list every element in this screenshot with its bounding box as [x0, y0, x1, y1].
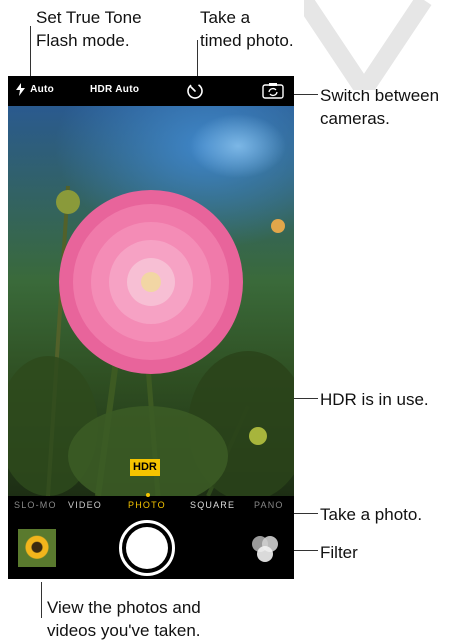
hdr-indicator-badge: HDR	[130, 459, 160, 476]
decorative-chevron	[304, 0, 432, 90]
camera-top-bar: Auto HDR Auto	[8, 76, 294, 106]
mode-video[interactable]: VIDEO	[68, 500, 102, 510]
callout-view-photos: View the photos and videos you've taken.	[47, 598, 201, 640]
callout-timer: Take a timed photo.	[200, 8, 294, 50]
switch-camera-control[interactable]	[262, 82, 284, 102]
camera-screen: Auto HDR Auto HDR SLO-MO VIDEO PHOTO SQU…	[8, 76, 294, 579]
viewfinder[interactable]: HDR	[8, 106, 294, 496]
leader-filter	[292, 550, 318, 551]
hdr-control[interactable]: HDR Auto	[90, 84, 139, 95]
shutter-button[interactable]	[119, 520, 175, 576]
mode-pano[interactable]: PANO	[254, 500, 284, 510]
leader-view	[41, 582, 42, 618]
shutter-inner	[126, 527, 168, 569]
callout-switch-cameras: Switch between cameras.	[320, 86, 440, 128]
mode-photo[interactable]: PHOTO	[128, 500, 166, 510]
filter-button[interactable]	[248, 536, 284, 564]
flash-bolt-icon	[16, 83, 25, 96]
mode-selected-dot	[146, 493, 150, 497]
callout-take-photo: Take a photo.	[320, 505, 423, 524]
timer-icon	[187, 83, 203, 99]
camera-mode-selector: SLO-MO VIDEO PHOTO SQUARE PANO	[8, 493, 294, 516]
leader-timer	[197, 40, 198, 80]
photo-thumbnail-button[interactable]	[18, 529, 56, 567]
camera-switch-icon	[262, 83, 284, 99]
flash-label: Auto	[30, 84, 55, 96]
camera-bottom-bar	[8, 516, 294, 579]
mode-slomo[interactable]: SLO-MO	[14, 500, 57, 510]
callout-filter: Filter	[320, 543, 358, 562]
leader-flash	[30, 26, 31, 82]
filter-circle-3	[257, 546, 273, 562]
mode-square[interactable]: SQUARE	[190, 500, 235, 510]
callout-hdr: HDR is in use.	[320, 390, 429, 409]
callout-flash: Set True Tone Flash mode.	[36, 8, 142, 50]
flash-control[interactable]: Auto	[16, 83, 54, 96]
dahlia-photo	[8, 185, 294, 496]
timer-control[interactable]	[186, 82, 204, 103]
